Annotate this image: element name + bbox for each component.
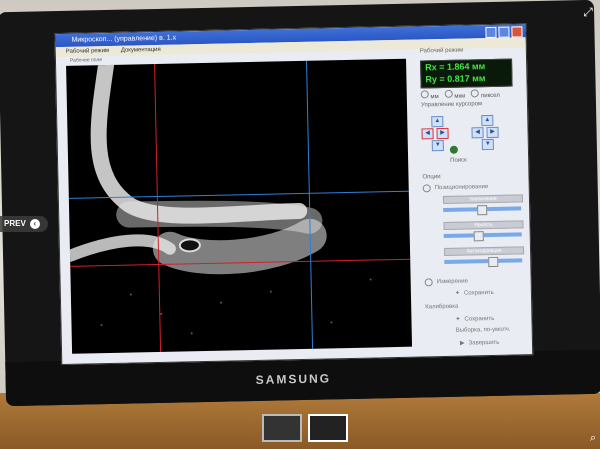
- coordinate-readout: Rx = 1.864 мм Ry = 0.817 мм: [420, 58, 513, 89]
- control-panel: Рабочий режим Rx = 1.864 мм Ry = 0.817 м…: [414, 44, 530, 351]
- save-calibration-button[interactable]: ✦ Сохранить: [455, 315, 494, 323]
- cursor-control-label: Управление курсором: [420, 101, 483, 109]
- cursor-arrows-right-bottom: ▼: [481, 138, 494, 151]
- microscope-image-panel[interactable]: [66, 58, 413, 354]
- monitor: SAMSUNG Микроскоп... (управление) в. 1.x…: [0, 0, 600, 407]
- unit-um-radio[interactable]: мкм: [444, 89, 465, 100]
- radio-icon: [422, 184, 431, 193]
- monitor-brand: SAMSUNG: [255, 371, 332, 387]
- cursor-arrows-left-row: ◀ ▶: [421, 127, 449, 140]
- options-label: Опции: [422, 174, 441, 181]
- calibrate-option[interactable]: Калибровка: [425, 304, 458, 311]
- default-selection-label: Выборка, по-умолч.: [455, 326, 511, 334]
- home-dot-icon[interactable]: [449, 145, 459, 154]
- finish-button[interactable]: ▶ Завершить: [459, 339, 500, 347]
- zoom-slider[interactable]: [443, 205, 522, 216]
- chevron-left-icon: ‹: [29, 219, 40, 229]
- down-arrow-icon[interactable]: ▼: [431, 139, 444, 152]
- autocorrect-bar: Автокоррекция: [443, 246, 525, 256]
- expand-icon[interactable]: ⤢: [580, 4, 596, 20]
- readout-section-label: Рабочий режим: [419, 47, 464, 55]
- right-arrow-icon[interactable]: ▶: [486, 126, 499, 139]
- minimize-button[interactable]: [485, 26, 497, 39]
- thumbnail-item-active[interactable]: [308, 414, 348, 442]
- image-panel-label: Рабочее поле: [69, 57, 103, 64]
- menu-item-work-mode[interactable]: Рабочий режим: [66, 48, 109, 55]
- cursor-arrows-right: ▲: [481, 114, 494, 127]
- save-icon: ✦: [454, 290, 461, 297]
- cursor-arrows-right-row: ◀ ▶: [471, 126, 499, 139]
- radio-icon: [424, 278, 433, 287]
- save-button[interactable]: ✦ Сохранить: [454, 289, 494, 297]
- down-arrow-icon[interactable]: ▼: [481, 138, 494, 151]
- unit-px-radio[interactable]: пиксел: [471, 89, 500, 100]
- cursor-arrows-left-bottom: ▼: [431, 139, 444, 152]
- positioning-option[interactable]: Позиционирование: [422, 183, 489, 193]
- up-arrow-icon[interactable]: ▲: [481, 114, 494, 127]
- prev-button[interactable]: PREV ‹: [0, 216, 48, 232]
- menu-item-docs[interactable]: Документация: [121, 47, 161, 54]
- unit-options: мм мкм пиксел: [420, 89, 500, 101]
- brightness-slider[interactable]: [443, 231, 522, 242]
- close-button[interactable]: [511, 26, 523, 38]
- thumbnail-strip: [262, 414, 348, 442]
- thumbnail-item[interactable]: [262, 414, 302, 442]
- zoom-icon[interactable]: ⌕: [590, 432, 596, 445]
- save-icon: ✦: [455, 316, 461, 323]
- up-arrow-icon[interactable]: ▲: [431, 115, 444, 128]
- unit-mm-radio[interactable]: мм: [420, 90, 439, 100]
- measure-option[interactable]: Измерение: [424, 278, 468, 287]
- application-window: Микроскоп... (управление) в. 1.x Рабочий…: [54, 23, 534, 366]
- zoom-bar: Увеличение: [442, 194, 524, 205]
- left-arrow-icon[interactable]: ◀: [471, 127, 484, 139]
- right-arrow-icon[interactable]: ▶: [436, 127, 449, 140]
- ry-value: Ry = 0.817 мм: [425, 73, 486, 85]
- autocorrect-slider[interactable]: [444, 256, 523, 268]
- specimen-image: [66, 58, 372, 335]
- cursor-arrows-left: ▲: [431, 115, 444, 128]
- home-label: Поиск: [450, 157, 467, 164]
- window-controls: [485, 26, 523, 39]
- maximize-button[interactable]: [498, 26, 510, 38]
- left-arrow-icon[interactable]: ◀: [421, 128, 434, 140]
- play-icon: ▶: [459, 340, 465, 347]
- brightness-bar: Яркость: [443, 220, 524, 230]
